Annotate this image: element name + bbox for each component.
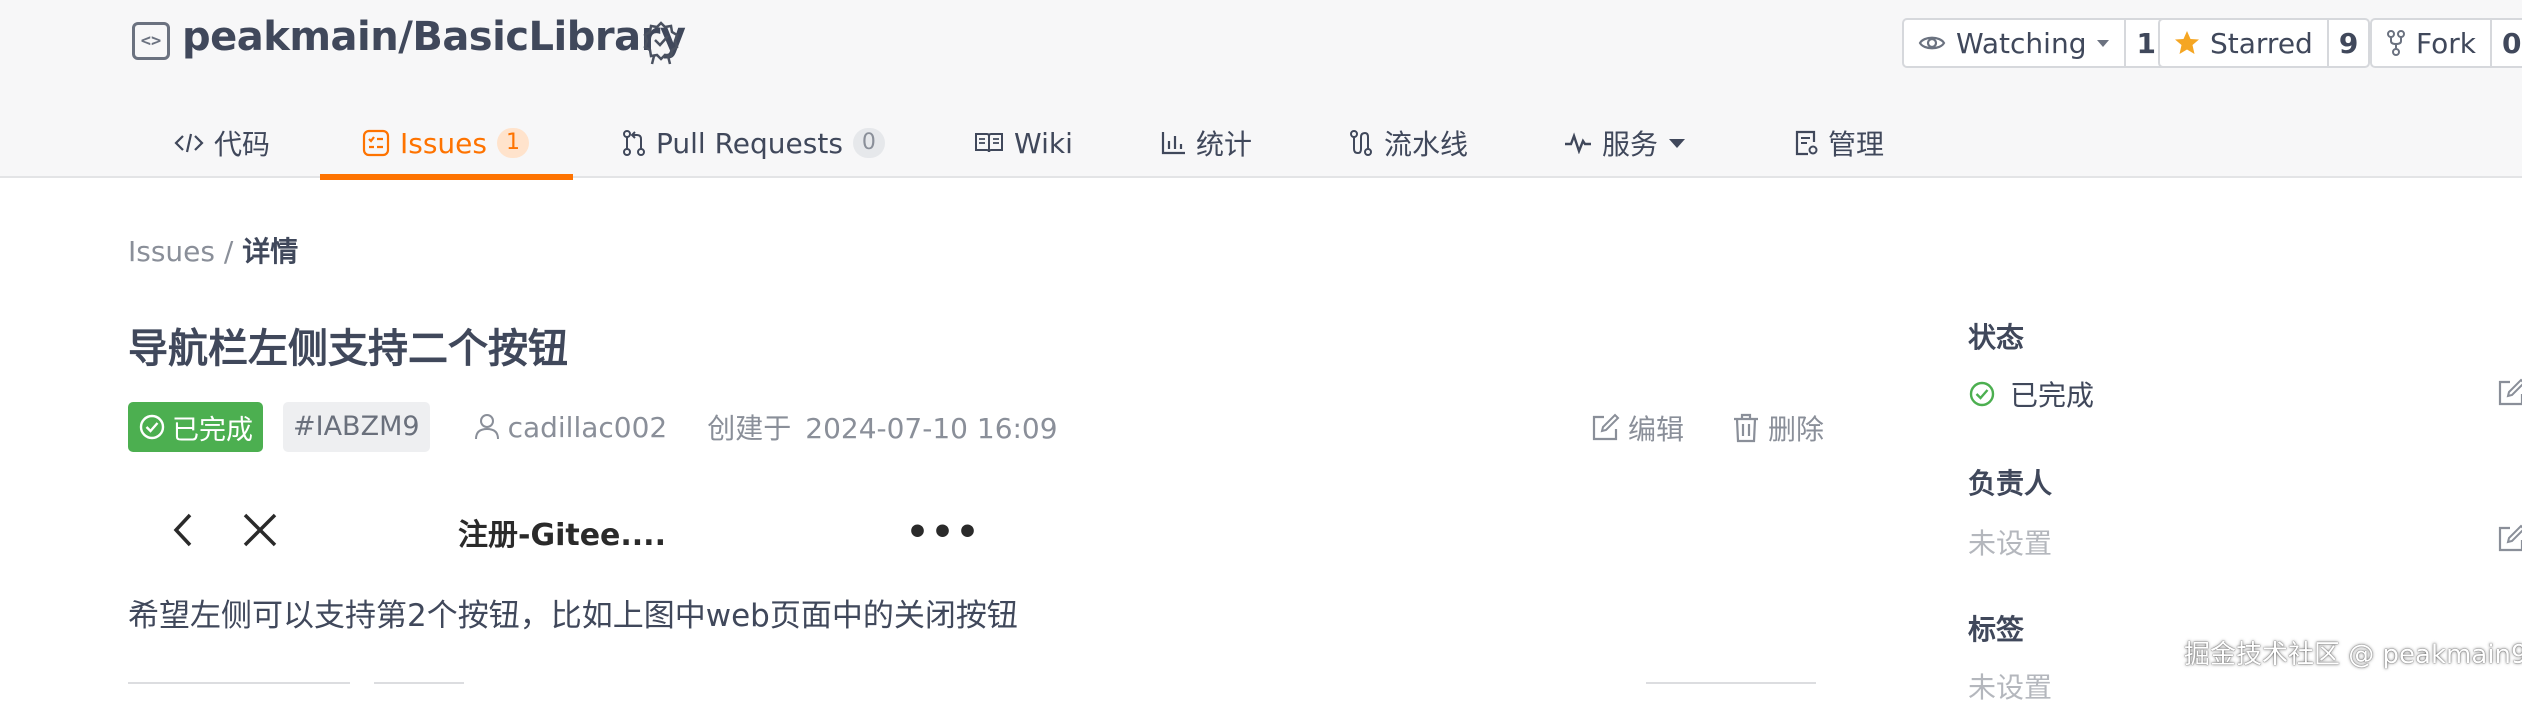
tab-services[interactable]: 服务 [1564, 108, 1686, 178]
edit-icon [1592, 413, 1620, 441]
breadcrumb-current: 详情 [242, 235, 299, 268]
embedded-page-title: 注册-Gitee.... [458, 518, 666, 553]
pull-request-icon [623, 130, 645, 156]
tab-label: 流水线 [1384, 128, 1469, 161]
issue-sidebar: 状态 已完成 负责人 未设置 标签 未设置 [1968, 0, 2522, 704]
issues-icon [362, 129, 390, 157]
back-arrow-icon [173, 513, 192, 547]
check-circle-icon [1969, 381, 1995, 407]
settings-doc-icon [1795, 130, 1818, 156]
issue-title: 导航栏左侧支持二个按钮 [128, 326, 568, 372]
repo-name[interactable]: peakmain/BasicLibrary [182, 14, 686, 60]
issue-image-navbar: 注册-Gitee.... ••• [128, 496, 1028, 566]
tab-label: 代码 [214, 128, 271, 161]
tab-label: Pull Requests [656, 126, 843, 160]
tab-issues[interactable]: Issues 1 [320, 108, 573, 180]
tab-pull-requests[interactable]: Pull Requests 0 [622, 108, 885, 178]
breadcrumb-separator: / [223, 235, 234, 268]
edit-assignee-icon[interactable] [2496, 524, 2522, 554]
assignee-heading: 负责人 [1968, 467, 2053, 500]
edit-button[interactable]: 编辑 [1590, 408, 1684, 448]
code-icon [174, 133, 204, 153]
status-heading: 状态 [1968, 321, 2025, 354]
book-icon [975, 133, 1003, 153]
tab-label: 服务 [1602, 128, 1659, 161]
delete-label: 删除 [1768, 413, 1825, 446]
repo-icon: <> [132, 22, 170, 60]
edit-status-icon[interactable] [2496, 378, 2522, 408]
more-icon: ••• [906, 512, 982, 553]
tab-stats[interactable]: 统计 [1160, 108, 1252, 178]
eye-icon [1918, 36, 1946, 50]
issues-count-badge: 1 [497, 128, 529, 158]
divider [374, 682, 464, 686]
trash-icon [1734, 413, 1758, 443]
created-date: 2024-07-10 16:09 [805, 412, 1058, 445]
status-value[interactable]: 已完成 [1968, 374, 2094, 414]
edit-label: 编辑 [1628, 413, 1685, 446]
divider [128, 682, 350, 686]
delete-button[interactable]: 删除 [1732, 408, 1824, 448]
pipeline-icon [1350, 130, 1372, 156]
status-value-text: 已完成 [2010, 379, 2095, 412]
close-icon [243, 513, 277, 547]
check-circle-icon [139, 414, 165, 440]
created-label: 创建于 [707, 412, 792, 445]
divider [1646, 682, 1816, 686]
breadcrumb: Issues / 详情 [128, 230, 298, 270]
tab-label: 统计 [1196, 128, 1253, 161]
tab-code[interactable]: 代码 [174, 108, 270, 178]
author-name: cadillac002 [507, 410, 668, 444]
activity-icon [1565, 132, 1591, 154]
tab-label: 管理 [1828, 128, 1885, 161]
tab-manage[interactable]: 管理 [1794, 108, 1884, 178]
tab-label: Wiki [1014, 126, 1073, 160]
issue-id-badge[interactable]: #IABZM9 [283, 402, 430, 452]
assignee-value: 未设置 [1968, 527, 2053, 560]
user-icon [474, 414, 499, 440]
issue-description: 希望左侧可以支持第2个按钮，比如上图中web页面中的关闭按钮 [128, 598, 1018, 634]
issue-meta: 已完成 #IABZM9 cadillac002 创建于 2024-07-10 16… [128, 402, 1058, 452]
caret-down-icon [1669, 139, 1686, 148]
watermark: 掘金技术社区 @ peakmain9 [2184, 640, 2522, 670]
status-text: 已完成 [172, 414, 253, 446]
pull-requests-count-badge: 0 [852, 128, 885, 158]
tags-heading: 标签 [1968, 613, 2025, 646]
status-badge: 已完成 [128, 402, 263, 452]
breadcrumb-issues-link[interactable]: Issues [128, 235, 215, 268]
tags-value: 未设置 [1968, 671, 2053, 704]
tab-wiki[interactable]: Wiki [974, 108, 1073, 178]
issue-author[interactable]: cadillac002 [474, 410, 668, 444]
bar-chart-icon [1161, 132, 1185, 155]
tab-label: Issues [400, 126, 487, 160]
tab-pipeline[interactable]: 流水线 [1348, 108, 1468, 178]
issue-created: 创建于 2024-07-10 16:09 [707, 407, 1057, 447]
award-icon[interactable] [640, 20, 682, 66]
